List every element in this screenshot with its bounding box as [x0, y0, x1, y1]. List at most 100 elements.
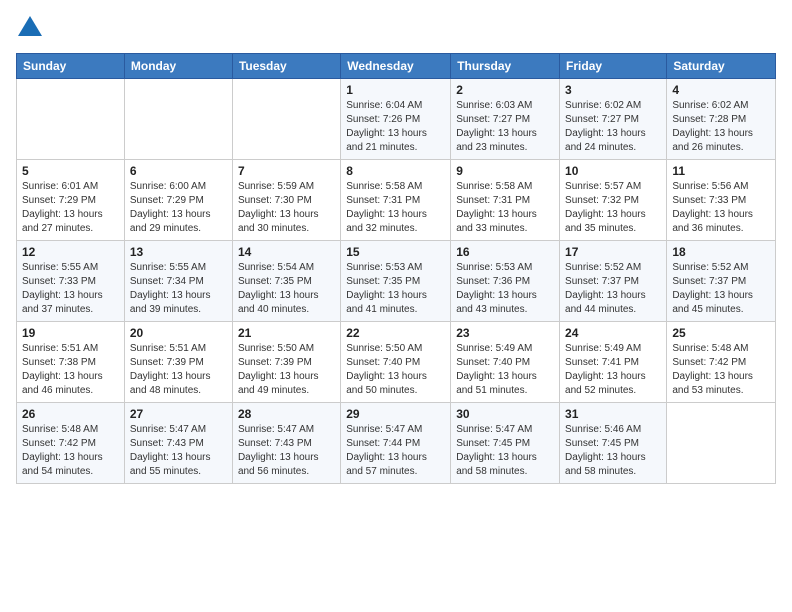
calendar-cell: 24Sunrise: 5:49 AMSunset: 7:41 PMDayligh…	[560, 322, 667, 403]
day-info: Sunrise: 5:57 AMSunset: 7:32 PMDaylight:…	[565, 180, 661, 236]
logo-icon	[18, 16, 42, 36]
day-number: 7	[238, 164, 335, 178]
day-info: Sunrise: 5:47 AMSunset: 7:45 PMDaylight:…	[456, 423, 554, 479]
calendar-body: 1 Sunrise: 6:04 AMSunset: 7:26 PMDaylight…	[17, 79, 776, 484]
day-info: Sunrise: 5:51 AMSunset: 7:38 PMDaylight:…	[22, 342, 119, 398]
calendar-cell: 3Sunrise: 6:02 AMSunset: 7:27 PMDaylight…	[560, 79, 667, 160]
day-number: 1	[346, 83, 445, 97]
calendar-cell: 21 Sunrise: 5:50 AMSunset: 7:39 PMDayligh…	[232, 322, 340, 403]
day-info: Sunrise: 5:47 AMSunset: 7:44 PMDaylight:…	[346, 423, 445, 479]
header-cell-monday: Monday	[124, 54, 232, 79]
day-info: Sunrise: 5:53 AMSunset: 7:36 PMDaylight:…	[456, 261, 554, 317]
calendar-cell: 13 Sunrise: 5:55 AMSunset: 7:34 PMDayligh…	[124, 241, 232, 322]
day-number: 25	[672, 326, 770, 340]
day-info: Sunrise: 6:03 AMSunset: 7:27 PMDaylight:…	[456, 99, 554, 155]
calendar-cell: 7 Sunrise: 5:59 AMSunset: 7:30 PMDaylight…	[232, 160, 340, 241]
header-cell-thursday: Thursday	[451, 54, 560, 79]
calendar-cell: 1 Sunrise: 6:04 AMSunset: 7:26 PMDaylight…	[341, 79, 451, 160]
calendar-week-1: 5 Sunrise: 6:01 AMSunset: 7:29 PMDaylight…	[17, 160, 776, 241]
day-number: 14	[238, 245, 335, 259]
calendar-week-2: 12 Sunrise: 5:55 AMSunset: 7:33 PMDayligh…	[17, 241, 776, 322]
day-info: Sunrise: 5:52 AMSunset: 7:37 PMDaylight:…	[672, 261, 770, 317]
day-info: Sunrise: 5:55 AMSunset: 7:33 PMDaylight:…	[22, 261, 119, 317]
calendar-week-0: 1 Sunrise: 6:04 AMSunset: 7:26 PMDaylight…	[17, 79, 776, 160]
calendar-cell: 27Sunrise: 5:47 AMSunset: 7:43 PMDayligh…	[124, 403, 232, 484]
page-header	[16, 16, 776, 41]
calendar-cell: 14 Sunrise: 5:54 AMSunset: 7:35 PMDayligh…	[232, 241, 340, 322]
day-info: Sunrise: 5:58 AMSunset: 7:31 PMDaylight:…	[346, 180, 445, 236]
calendar-cell: 20 Sunrise: 5:51 AMSunset: 7:39 PMDayligh…	[124, 322, 232, 403]
day-number: 12	[22, 245, 119, 259]
calendar-cell: 11 Sunrise: 5:56 AMSunset: 7:33 PMDayligh…	[667, 160, 776, 241]
day-info: Sunrise: 5:47 AMSunset: 7:43 PMDaylight:…	[130, 423, 227, 479]
header-cell-sunday: Sunday	[17, 54, 125, 79]
calendar-cell: 9Sunrise: 5:58 AMSunset: 7:31 PMDaylight…	[451, 160, 560, 241]
day-number: 20	[130, 326, 227, 340]
calendar-cell: 2 Sunrise: 6:03 AMSunset: 7:27 PMDaylight…	[451, 79, 560, 160]
day-number: 21	[238, 326, 335, 340]
day-info: Sunrise: 5:50 AMSunset: 7:39 PMDaylight:…	[238, 342, 335, 398]
day-info: Sunrise: 5:54 AMSunset: 7:35 PMDaylight:…	[238, 261, 335, 317]
calendar-cell: 22Sunrise: 5:50 AMSunset: 7:40 PMDayligh…	[341, 322, 451, 403]
day-number: 13	[130, 245, 227, 259]
calendar-table: SundayMondayTuesdayWednesdayThursdayFrid…	[16, 53, 776, 484]
day-number: 6	[130, 164, 227, 178]
header-cell-tuesday: Tuesday	[232, 54, 340, 79]
day-info: Sunrise: 5:52 AMSunset: 7:37 PMDaylight:…	[565, 261, 661, 317]
calendar-week-4: 26Sunrise: 5:48 AMSunset: 7:42 PMDayligh…	[17, 403, 776, 484]
day-number: 2	[456, 83, 554, 97]
day-number: 24	[565, 326, 661, 340]
day-info: Sunrise: 6:00 AMSunset: 7:29 PMDaylight:…	[130, 180, 227, 236]
header-row: SundayMondayTuesdayWednesdayThursdayFrid…	[17, 54, 776, 79]
day-info: Sunrise: 6:04 AMSunset: 7:26 PMDaylight:…	[346, 99, 445, 155]
day-info: Sunrise: 5:46 AMSunset: 7:45 PMDaylight:…	[565, 423, 661, 479]
calendar-cell: 12 Sunrise: 5:55 AMSunset: 7:33 PMDayligh…	[17, 241, 125, 322]
day-info: Sunrise: 5:51 AMSunset: 7:39 PMDaylight:…	[130, 342, 227, 398]
calendar-cell: 15 Sunrise: 5:53 AMSunset: 7:35 PMDayligh…	[341, 241, 451, 322]
calendar-week-3: 19 Sunrise: 5:51 AMSunset: 7:38 PMDayligh…	[17, 322, 776, 403]
day-number: 5	[22, 164, 119, 178]
day-info: Sunrise: 5:50 AMSunset: 7:40 PMDaylight:…	[346, 342, 445, 398]
calendar-cell: 25 Sunrise: 5:48 AMSunset: 7:42 PMDayligh…	[667, 322, 776, 403]
calendar-cell: 17Sunrise: 5:52 AMSunset: 7:37 PMDayligh…	[560, 241, 667, 322]
day-info: Sunrise: 5:56 AMSunset: 7:33 PMDaylight:…	[672, 180, 770, 236]
day-number: 11	[672, 164, 770, 178]
day-number: 28	[238, 407, 335, 421]
day-info: Sunrise: 5:59 AMSunset: 7:30 PMDaylight:…	[238, 180, 335, 236]
day-number: 15	[346, 245, 445, 259]
calendar-cell: 28 Sunrise: 5:47 AMSunset: 7:43 PMDayligh…	[232, 403, 340, 484]
day-number: 19	[22, 326, 119, 340]
calendar-cell	[124, 79, 232, 160]
day-info: Sunrise: 5:53 AMSunset: 7:35 PMDaylight:…	[346, 261, 445, 317]
calendar-cell	[667, 403, 776, 484]
header-cell-saturday: Saturday	[667, 54, 776, 79]
calendar-cell: 26Sunrise: 5:48 AMSunset: 7:42 PMDayligh…	[17, 403, 125, 484]
calendar-cell: 8Sunrise: 5:58 AMSunset: 7:31 PMDaylight…	[341, 160, 451, 241]
calendar-cell: 18 Sunrise: 5:52 AMSunset: 7:37 PMDayligh…	[667, 241, 776, 322]
day-number: 4	[672, 83, 770, 97]
calendar-cell: 6 Sunrise: 6:00 AMSunset: 7:29 PMDaylight…	[124, 160, 232, 241]
day-info: Sunrise: 5:55 AMSunset: 7:34 PMDaylight:…	[130, 261, 227, 317]
day-number: 29	[346, 407, 445, 421]
header-cell-friday: Friday	[560, 54, 667, 79]
day-info: Sunrise: 5:47 AMSunset: 7:43 PMDaylight:…	[238, 423, 335, 479]
day-number: 10	[565, 164, 661, 178]
day-number: 16	[456, 245, 554, 259]
calendar-cell: 16 Sunrise: 5:53 AMSunset: 7:36 PMDayligh…	[451, 241, 560, 322]
calendar-cell	[17, 79, 125, 160]
day-info: Sunrise: 5:49 AMSunset: 7:40 PMDaylight:…	[456, 342, 554, 398]
calendar-cell: 23Sunrise: 5:49 AMSunset: 7:40 PMDayligh…	[451, 322, 560, 403]
day-number: 3	[565, 83, 661, 97]
day-info: Sunrise: 6:01 AMSunset: 7:29 PMDaylight:…	[22, 180, 119, 236]
day-number: 18	[672, 245, 770, 259]
calendar-cell: 10 Sunrise: 5:57 AMSunset: 7:32 PMDayligh…	[560, 160, 667, 241]
logo	[16, 16, 42, 41]
calendar-cell	[232, 79, 340, 160]
header-cell-wednesday: Wednesday	[341, 54, 451, 79]
day-info: Sunrise: 6:02 AMSunset: 7:28 PMDaylight:…	[672, 99, 770, 155]
logo-text	[16, 16, 42, 41]
day-info: Sunrise: 5:48 AMSunset: 7:42 PMDaylight:…	[672, 342, 770, 398]
day-number: 9	[456, 164, 554, 178]
calendar-header: SundayMondayTuesdayWednesdayThursdayFrid…	[17, 54, 776, 79]
calendar-cell: 5 Sunrise: 6:01 AMSunset: 7:29 PMDaylight…	[17, 160, 125, 241]
